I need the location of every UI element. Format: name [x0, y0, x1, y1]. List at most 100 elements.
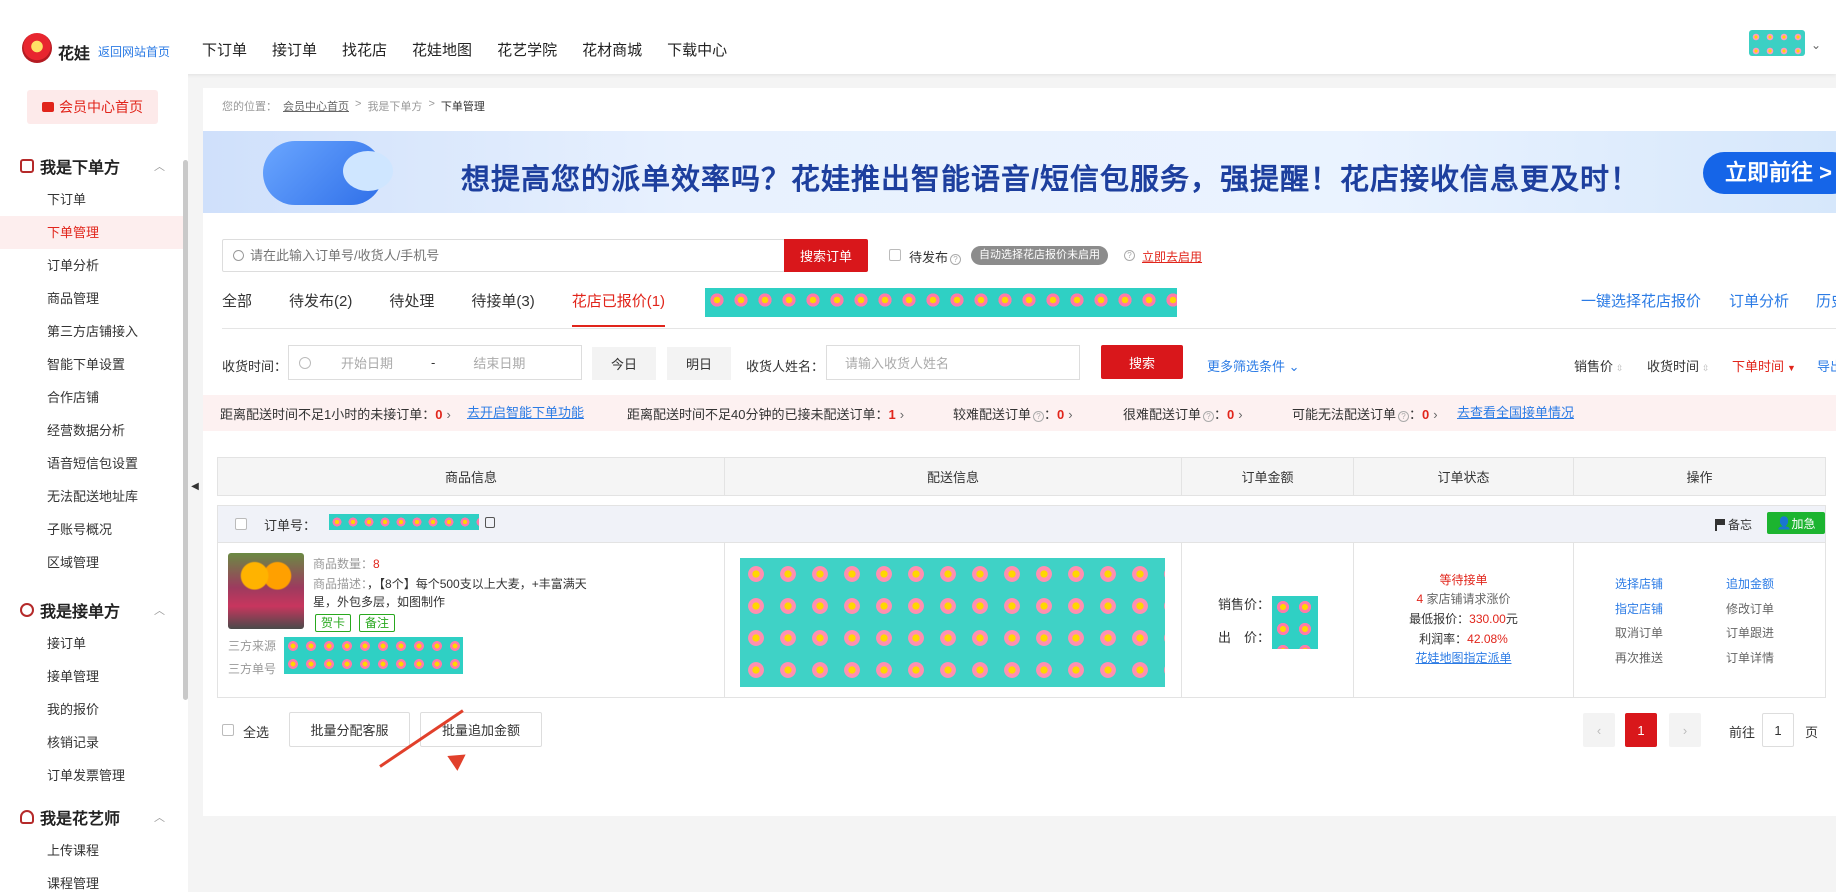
chevron-down-icon[interactable]: ⌄ — [1811, 38, 1821, 52]
tab-awaiting-accept[interactable]: 待接单(3) — [471, 290, 534, 327]
banner-go-button[interactable]: 立即前往 > — [1703, 152, 1836, 194]
one-click-select-quote[interactable]: 一键选择花店报价 — [1581, 290, 1701, 311]
nav-accept-order[interactable]: 接订单 — [272, 39, 317, 60]
follow-up-action[interactable]: 订单跟进 — [1726, 624, 1774, 641]
alert-undelivered-40m[interactable]: 距离配送时间不足40分钟的已接未配送订单：1 › — [627, 404, 904, 423]
search-order-button[interactable]: 搜索订单 — [784, 239, 868, 272]
start-date-input[interactable]: 开始日期 — [341, 353, 393, 372]
sidebar-item-regions[interactable]: 区域管理 — [0, 546, 184, 579]
logo-icon[interactable] — [22, 33, 52, 63]
nav-place-order[interactable]: 下订单 — [202, 39, 247, 60]
sidebar-item-sub-accounts[interactable]: 子账号概况 — [0, 513, 184, 546]
sidebar-item-writeoff[interactable]: 核销记录 — [0, 726, 184, 759]
order-detail-action[interactable]: 订单详情 — [1726, 649, 1774, 666]
sidebar-item-smart-order[interactable]: 智能下单设置 — [0, 348, 184, 381]
sidebar-scrollbar[interactable] — [183, 160, 188, 700]
back-to-site-link[interactable]: 返回网站首页 — [98, 43, 170, 60]
nav-find-shop[interactable]: 找花店 — [342, 39, 387, 60]
sidebar-item-place-order[interactable]: 下订单 — [0, 183, 184, 216]
sidebar-item-order-analysis[interactable]: 订单分析 — [0, 249, 184, 282]
sidebar-item-order-manage[interactable]: 下单管理 — [0, 216, 184, 249]
chevron-up-icon[interactable]: ︿ — [154, 158, 165, 174]
product-image[interactable] — [228, 553, 304, 629]
sort-order-time[interactable]: 下单时间 ▼ — [1732, 356, 1796, 375]
cancel-order-action[interactable]: 取消订单 — [1615, 624, 1663, 641]
sidebar-item-third-party[interactable]: 第三方店铺接入 — [0, 315, 184, 348]
sidebar-item-business-data[interactable]: 经营数据分析 — [0, 414, 184, 447]
alert-maybe-undeliverable[interactable]: 可能无法配送订单? ：0 › — [1292, 404, 1438, 423]
sidebar-item-undeliverable[interactable]: 无法配送地址库 — [0, 480, 184, 513]
receiver-name-input[interactable]: 请输入收货人姓名 — [826, 345, 1080, 380]
prev-page-button[interactable]: ‹ — [1583, 713, 1615, 747]
nav-mall[interactable]: 花材商城 — [582, 39, 642, 60]
breadcrumb-member-home[interactable]: 会员中心首页 — [283, 98, 349, 114]
goto-page-input[interactable]: 1 — [1762, 713, 1794, 747]
copy-icon[interactable] — [485, 517, 495, 528]
date-range-picker[interactable]: 开始日期 - 结束日期 — [288, 345, 582, 380]
sidebar-item-course-manage[interactable]: 课程管理 — [0, 867, 184, 892]
promo-banner[interactable]: 想提高您的派单效率吗？花娃推出智能语音/短信包服务，强提醒！花店接收信息更及时！… — [203, 131, 1836, 213]
user-avatar[interactable] — [1749, 30, 1805, 56]
tab-all[interactable]: 全部 — [222, 290, 252, 327]
bulk-assign-service-button[interactable]: 批量分配客服 — [289, 712, 410, 747]
sidebar-item-partner-shops[interactable]: 合作店铺 — [0, 381, 184, 414]
sidebar-item-voice-sms[interactable]: 语音短信包设置 — [0, 447, 184, 480]
bulk-add-amount-button[interactable]: 批量追加金额 — [420, 712, 542, 747]
chevron-up-icon[interactable]: ︿ — [154, 809, 165, 825]
tab-quoted[interactable]: 花店已报价(1) — [571, 290, 666, 327]
filter-search-button[interactable]: 搜索 — [1101, 345, 1183, 379]
enable-now-link[interactable]: 立即去启用 — [1142, 248, 1202, 265]
sidebar-item-invoices[interactable]: 订单发票管理 — [0, 759, 184, 792]
section-receiver[interactable]: 我是接单方 — [20, 598, 120, 622]
nav-academy[interactable]: 花艺学院 — [497, 39, 557, 60]
sidebar-item-accept-manage[interactable]: 接单管理 — [0, 660, 184, 693]
nav-map[interactable]: 花娃地图 — [412, 39, 472, 60]
sort-sale-price[interactable]: 销售价 ⇳ — [1574, 356, 1624, 375]
select-all-checkbox[interactable] — [222, 724, 234, 736]
breadcrumb-buyer[interactable]: 我是下单方 — [367, 98, 422, 114]
pending-checkbox[interactable] — [889, 249, 901, 261]
more-filters-link[interactable]: 更多筛选条件 ⌄ — [1207, 356, 1300, 375]
alert-hard-delivery[interactable]: 较难配送订单? ：0 › — [953, 404, 1073, 423]
repush-action[interactable]: 再次推送 — [1615, 649, 1663, 666]
end-date-input[interactable]: 结束日期 — [473, 353, 525, 372]
map-dispatch-link[interactable]: 花娃地图指定派单 — [1354, 649, 1573, 666]
tomorrow-button[interactable]: 明日 — [667, 347, 731, 380]
national-acceptance-link[interactable]: 去查看全国接单情况 — [1457, 402, 1574, 421]
memo-button[interactable]: 备忘 — [1715, 516, 1752, 533]
select-all-label[interactable]: 全选 — [243, 722, 269, 741]
nav-download[interactable]: 下载中心 — [667, 39, 727, 60]
next-page-button[interactable]: › — [1669, 713, 1701, 747]
export-link[interactable]: 导出 — [1817, 356, 1836, 375]
enable-smart-order-link[interactable]: 去开启智能下单功能 — [467, 402, 584, 421]
today-button[interactable]: 今日 — [592, 347, 656, 380]
history-link[interactable]: 历史 — [1816, 290, 1836, 311]
page-button[interactable]: 1 — [1625, 713, 1657, 747]
section-florist[interactable]: 我是花艺师 — [20, 805, 120, 829]
order-search-box[interactable] — [222, 239, 785, 272]
collapse-sidebar-icon[interactable]: ◀ — [188, 472, 202, 500]
section-buyer[interactable]: 我是下单方 — [20, 154, 120, 178]
edit-order-action[interactable]: 修改订单 — [1726, 600, 1774, 617]
alert-unaccepted-1h[interactable]: 距离配送时间不足1小时的未接订单：0 › — [220, 404, 451, 423]
order-analysis-link[interactable]: 订单分析 — [1729, 290, 1789, 311]
sidebar-item-products[interactable]: 商品管理 — [0, 282, 184, 315]
tab-pending-publish[interactable]: 待发布(2) — [289, 290, 352, 327]
sidebar-item-my-quotes[interactable]: 我的报价 — [0, 693, 184, 726]
urgent-button[interactable]: 👤 加急 — [1767, 512, 1825, 534]
chevron-up-icon[interactable]: ︿ — [154, 602, 165, 618]
select-shop-action[interactable]: 选择店铺 — [1615, 575, 1663, 592]
assign-shop-action[interactable]: 指定店铺 — [1615, 600, 1663, 617]
member-home-button[interactable]: 会员中心首页 — [27, 90, 158, 124]
sort-receive-time[interactable]: 收货时间 ⇳ — [1647, 356, 1710, 375]
help-icon[interactable]: ? — [950, 254, 962, 265]
order-search-input[interactable] — [250, 248, 730, 263]
help-icon[interactable]: ? — [1124, 250, 1135, 261]
alert-very-hard-delivery[interactable]: 很难配送订单? ：0 › — [1123, 404, 1243, 423]
order-checkbox[interactable] — [235, 518, 247, 530]
sidebar-item-accept-order[interactable]: 接订单 — [0, 627, 184, 660]
tab-pending[interactable]: 待处理 — [389, 290, 434, 327]
sidebar-item-upload-course[interactable]: 上传课程 — [0, 834, 184, 867]
brand-name[interactable]: 花娃 — [58, 40, 90, 64]
add-amount-action[interactable]: 追加金额 — [1726, 575, 1774, 592]
